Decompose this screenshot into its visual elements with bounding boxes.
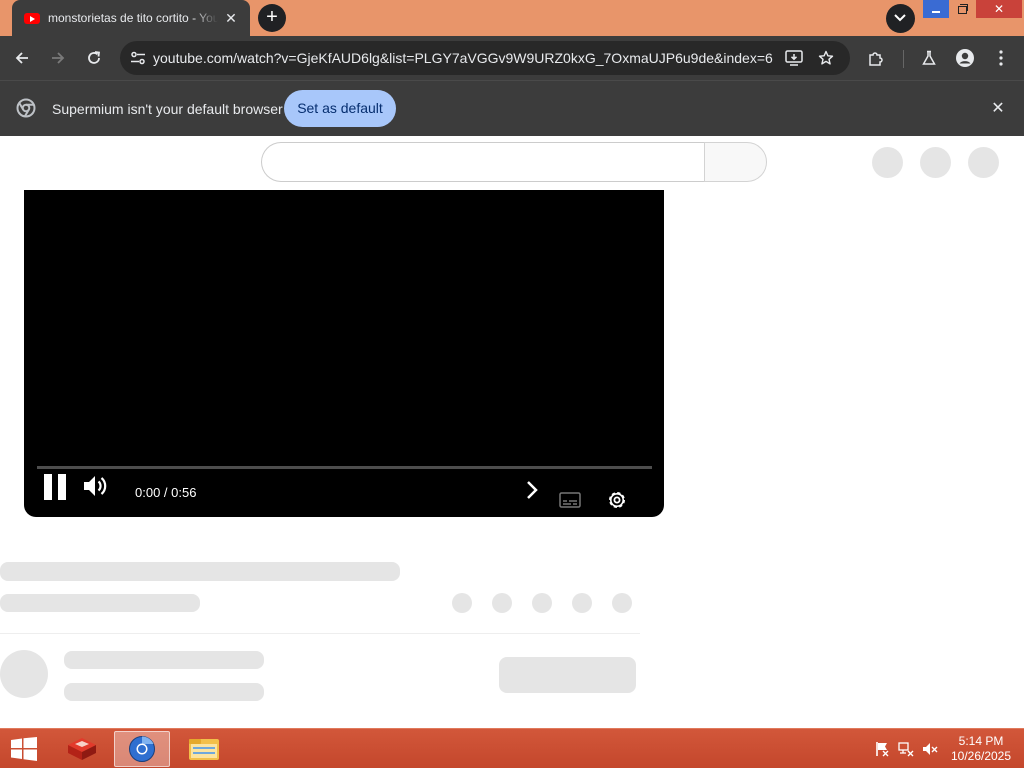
reload-button[interactable] xyxy=(80,44,108,72)
chrome-icon xyxy=(16,98,36,118)
youtube-favicon-icon xyxy=(24,12,40,24)
action-placeholder-circle xyxy=(452,593,472,613)
captions-button[interactable] xyxy=(558,490,582,510)
captions-icon xyxy=(559,492,581,508)
back-button[interactable] xyxy=(8,44,36,72)
title-bar: monstorietas de tito cortito - YouTube ✕… xyxy=(0,0,1024,36)
clock-date: 10/26/2025 xyxy=(950,749,1012,763)
title-placeholder xyxy=(0,562,400,581)
next-icon xyxy=(527,481,538,499)
address-bar[interactable]: youtube.com/watch?v=GjeKfAUD6lg&list=PLG… xyxy=(120,41,850,75)
header-placeholder-circle xyxy=(920,147,951,178)
site-info-button[interactable] xyxy=(126,46,150,70)
search-input[interactable] xyxy=(261,142,705,182)
video-player[interactable]: 0:00 / 0:56 xyxy=(24,190,664,517)
set-as-default-button[interactable]: Set as default xyxy=(284,90,396,127)
extensions-button[interactable] xyxy=(862,44,890,72)
action-placeholder-circle xyxy=(612,593,632,613)
profile-icon xyxy=(956,49,974,67)
clock-time: 5:14 PM xyxy=(958,734,1004,748)
infobar-close-button[interactable]: ✕ xyxy=(988,99,1008,119)
subscribe-button-placeholder xyxy=(499,657,636,693)
header-placeholder-circle xyxy=(968,147,999,178)
file-explorer-icon xyxy=(189,739,219,760)
volume-button[interactable] xyxy=(82,473,110,499)
network-icon[interactable] xyxy=(898,741,914,757)
taskbar-app-red[interactable] xyxy=(54,731,110,767)
channel-subs-placeholder xyxy=(64,683,264,701)
install-app-button[interactable] xyxy=(782,47,806,69)
volume-icon xyxy=(84,476,107,496)
tab-close-button[interactable]: ✕ xyxy=(222,9,240,27)
taskbar-app-browser[interactable] xyxy=(114,731,170,767)
window-restore-button[interactable] xyxy=(949,0,975,18)
labs-icon xyxy=(922,50,936,65)
tab-search-button[interactable] xyxy=(886,4,915,33)
browser-toolbar: youtube.com/watch?v=GjeKfAUD6lg&list=PLG… xyxy=(0,36,1024,80)
next-button[interactable] xyxy=(522,480,542,500)
new-tab-button[interactable]: + xyxy=(258,4,286,32)
system-clock[interactable]: 5:14 PM 10/26/2025 xyxy=(944,734,1018,764)
forward-icon xyxy=(52,52,65,64)
browser-tab[interactable]: monstorietas de tito cortito - YouTube ✕ xyxy=(12,0,250,36)
action-center-flag-icon[interactable] xyxy=(874,741,890,757)
extensions-icon xyxy=(869,52,883,66)
tab-title: monstorietas de tito cortito - YouTube xyxy=(48,11,218,25)
profile-button[interactable] xyxy=(951,44,979,72)
time-display: 0:00 / 0:56 xyxy=(135,485,197,500)
bookmark-button[interactable] xyxy=(814,46,838,70)
more-menu-button[interactable] xyxy=(987,44,1015,72)
header-placeholder-circle xyxy=(872,147,903,178)
progress-bar[interactable] xyxy=(37,466,652,469)
taskbar: 5:14 PM 10/26/2025 xyxy=(0,728,1024,768)
action-placeholder-circle xyxy=(492,593,512,613)
divider xyxy=(0,633,640,634)
back-icon xyxy=(15,52,28,64)
subtitle-placeholder xyxy=(0,594,200,612)
infobar-message: Supermium isn't your default browser xyxy=(52,101,283,117)
forward-button[interactable] xyxy=(44,44,72,72)
action-placeholder-circle xyxy=(572,593,592,613)
search-button[interactable] xyxy=(704,142,767,182)
pause-button[interactable] xyxy=(44,474,68,500)
channel-name-placeholder xyxy=(64,651,264,669)
window-close-button[interactable]: ✕ xyxy=(976,0,1022,18)
reload-icon xyxy=(88,51,101,64)
labs-button[interactable] xyxy=(915,44,943,72)
default-browser-infobar: Supermium isn't your default browser Set… xyxy=(0,80,1024,136)
volume-muted-icon[interactable] xyxy=(922,741,938,757)
chevron-down-icon xyxy=(894,14,906,22)
settings-gear-icon xyxy=(609,492,625,508)
more-icon xyxy=(999,50,1003,66)
channel-avatar-placeholder xyxy=(0,650,48,698)
star-icon xyxy=(818,50,834,65)
settings-button[interactable] xyxy=(605,488,629,512)
browser-app-icon xyxy=(129,736,155,762)
action-placeholder-circle xyxy=(532,593,552,613)
tune-icon xyxy=(131,51,145,65)
url-text[interactable]: youtube.com/watch?v=GjeKfAUD6lg&list=PLG… xyxy=(153,50,773,66)
app-icon xyxy=(68,738,96,760)
toolbar-separator xyxy=(903,50,904,68)
window-minimize-button[interactable] xyxy=(923,0,949,18)
windows-start-icon[interactable] xyxy=(10,737,38,761)
install-icon xyxy=(785,50,803,66)
taskbar-app-file-explorer[interactable] xyxy=(176,731,232,767)
